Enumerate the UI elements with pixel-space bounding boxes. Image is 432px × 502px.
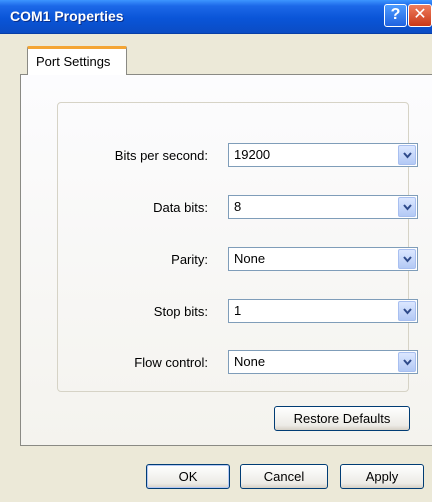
parity-label: Parity: <box>171 252 208 267</box>
apply-button[interactable]: Apply <box>340 464 424 489</box>
help-icon: ? <box>390 6 401 23</box>
parity-select[interactable]: None <box>228 247 418 271</box>
close-icon: ✕ <box>413 6 427 23</box>
dropdown-button[interactable] <box>398 197 416 217</box>
dropdown-button[interactable] <box>398 352 416 372</box>
ok-button[interactable]: OK <box>146 464 230 489</box>
flow-control-select[interactable]: None <box>228 350 418 374</box>
close-button[interactable]: ✕ <box>408 4 432 27</box>
tab-port-settings[interactable]: Port Settings <box>27 46 127 75</box>
cancel-button[interactable]: Cancel <box>240 464 328 489</box>
port-settings-panel: Bits per second: 19200 Data bits: 8 Pari… <box>20 74 432 446</box>
data-bits-select[interactable]: 8 <box>228 195 418 219</box>
stop-bits-label: Stop bits: <box>153 304 208 319</box>
chevron-down-icon <box>403 152 412 159</box>
com1-properties-dialog: COM1 Properties ? ✕ Port Settings Bits p… <box>0 0 432 502</box>
chevron-down-icon <box>403 204 412 211</box>
dropdown-button[interactable] <box>398 145 416 165</box>
dropdown-button[interactable] <box>398 249 416 269</box>
chevron-down-icon <box>403 308 412 315</box>
stop-bits-select[interactable]: 1 <box>228 299 418 323</box>
select-value: None <box>234 251 266 266</box>
select-value: None <box>234 354 266 369</box>
title-bar[interactable]: COM1 Properties ? ✕ <box>0 0 432 34</box>
bits-per-second-select[interactable]: 19200 <box>228 143 418 167</box>
flow-control-label: Flow control: <box>134 355 208 370</box>
bits-per-second-label: Bits per second: <box>114 148 208 163</box>
select-value: 1 <box>234 303 242 318</box>
restore-defaults-button[interactable]: Restore Defaults <box>274 406 410 431</box>
help-button[interactable]: ? <box>384 4 407 27</box>
settings-group: Bits per second: 19200 Data bits: 8 Pari… <box>57 102 418 392</box>
data-bits-label: Data bits: <box>153 200 208 215</box>
select-value: 19200 <box>234 147 271 162</box>
dropdown-button[interactable] <box>398 301 416 321</box>
select-value: 8 <box>234 199 242 214</box>
window-title: COM1 Properties <box>10 8 124 24</box>
chevron-down-icon <box>403 359 412 366</box>
chevron-down-icon <box>403 256 412 263</box>
tab-label: Port Settings <box>36 54 111 69</box>
